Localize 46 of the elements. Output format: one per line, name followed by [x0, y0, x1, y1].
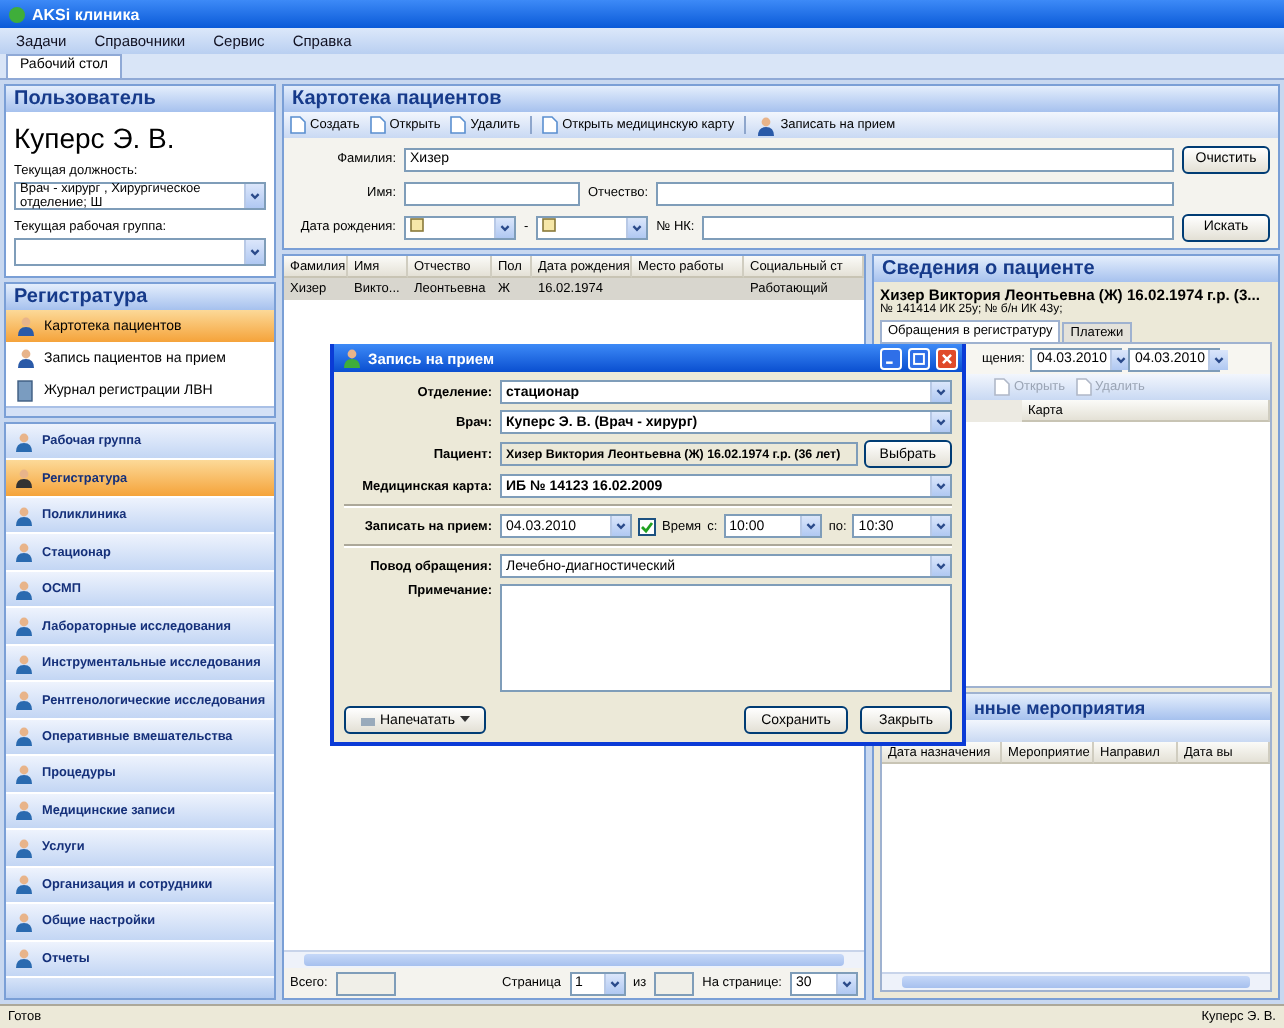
person-icon [14, 690, 34, 711]
maximize-icon[interactable] [908, 347, 930, 369]
scrollbar[interactable] [284, 950, 864, 968]
document-icon [369, 116, 386, 134]
time-checkbox[interactable] [638, 517, 656, 535]
calendar-icon [410, 217, 424, 231]
close-icon[interactable] [936, 347, 958, 369]
person-icon [14, 653, 34, 674]
person-icon [16, 316, 36, 336]
person-icon [14, 911, 34, 932]
patronymic-field[interactable] [656, 181, 1174, 205]
date-field[interactable] [404, 215, 516, 239]
person-icon [14, 542, 34, 563]
person-icon [14, 579, 34, 600]
person-icon [14, 800, 34, 821]
person-icon [16, 348, 36, 368]
scrollbar[interactable] [882, 972, 1270, 990]
person-icon [342, 348, 362, 368]
person-icon [14, 948, 34, 969]
person-icon [14, 763, 34, 784]
window-title: AKSi клиника [32, 5, 140, 23]
person-icon [756, 115, 777, 135]
panel-title: Пользователь [6, 86, 274, 112]
document-icon [290, 116, 306, 134]
document-icon [450, 116, 467, 134]
person-icon [14, 726, 34, 747]
panel-title: Сведения о пациенте [874, 256, 1278, 282]
user-name: Куперс Э. В. [14, 122, 177, 154]
person-icon [14, 616, 34, 637]
caret-icon [459, 716, 470, 724]
person-icon [14, 468, 34, 489]
name-field[interactable] [404, 181, 580, 205]
document-icon [994, 378, 1010, 396]
person-icon [14, 431, 34, 452]
card-number-field[interactable] [702, 215, 1174, 239]
person-icon [14, 837, 34, 858]
person-icon [14, 505, 34, 526]
panel-title: Регистратура [6, 284, 274, 310]
document-icon [542, 116, 559, 134]
person-icon [14, 874, 34, 895]
document-icon [1075, 378, 1092, 396]
note-field[interactable] [500, 584, 952, 692]
minimize-icon[interactable] [880, 347, 902, 369]
date-field[interactable] [536, 215, 649, 239]
panel-title: Картотека пациентов [284, 86, 1278, 112]
calendar-icon [542, 217, 557, 231]
